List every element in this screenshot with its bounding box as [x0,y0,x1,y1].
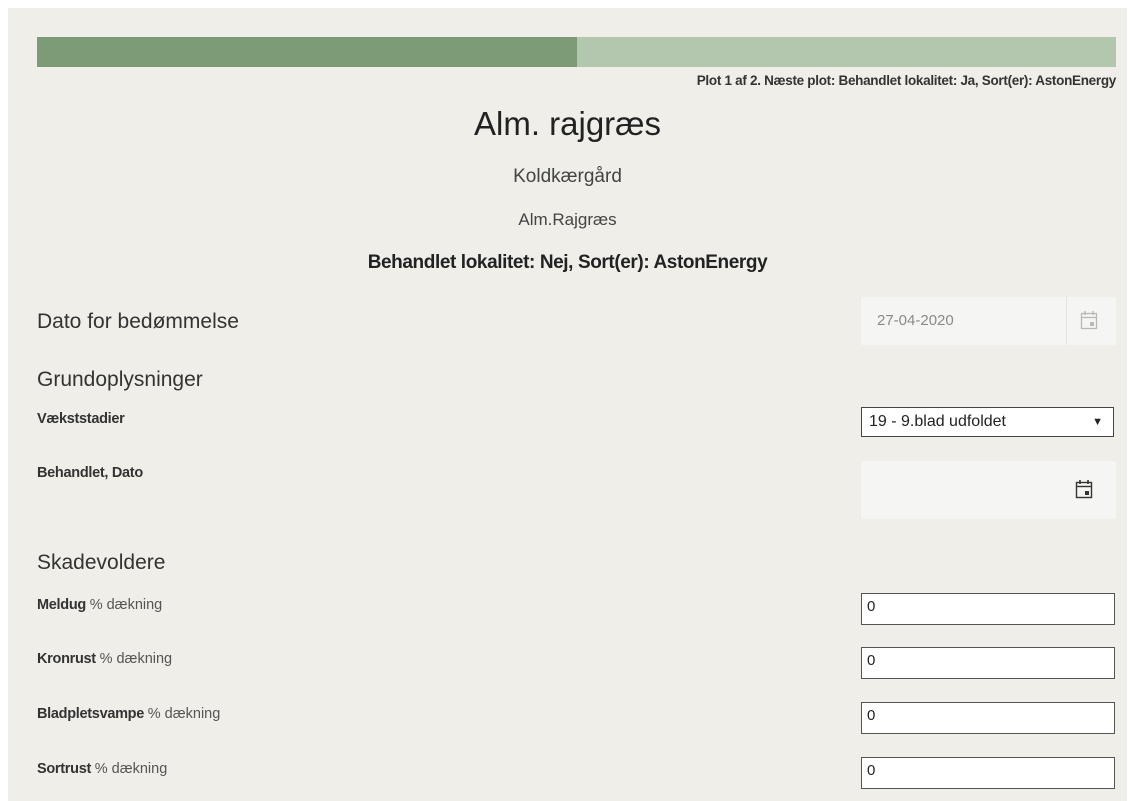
pest-name: Bladpletsvampe [37,706,145,722]
pest-name: Sortrust [37,761,91,777]
location-name: Koldkærgård [513,166,622,187]
dropdown-arrow-icon: ▼ [1092,416,1103,428]
progress-fill [37,37,577,67]
treated-date-field[interactable] [861,461,1116,519]
bladpletsvampe-input[interactable]: 0 [861,702,1115,734]
pest-unit: % dækning [99,651,173,667]
assessment-date-label: Dato for bedømmelse [37,310,239,333]
assessment-date-field: 27-04-2020 [861,297,1116,345]
plot-info: Plot 1 af 2. Næste plot: Behandlet lokal… [696,73,1117,88]
field-divider [1066,297,1067,345]
pest-unit: % dækning [89,597,163,613]
pest-label-kronrust: Kronrust % dækning [37,651,172,667]
meldug-input[interactable]: 0 [861,593,1115,625]
pest-label-bladpletsvampe: Bladpletsvampe % dækning [37,706,220,722]
pest-unit: % dækning [94,761,168,777]
treatment-info: Behandlet lokalitet: Nej, Sort(er): Asto… [367,252,768,273]
growth-stage-value: 19 - 9.blad udfoldet [869,413,1006,430]
treated-date-label: Behandlet, Dato [37,465,143,481]
pest-unit: % dækning [147,706,221,722]
calendar-icon[interactable] [1075,479,1093,499]
growth-stage-label: Vækststadier [37,411,125,427]
pest-name: Kronrust [37,651,96,667]
crop-name: Alm.Rajgræs [518,210,617,229]
basic-info-heading: Grundoplysninger [37,368,203,391]
calendar-icon [1080,311,1098,330]
kronrust-input[interactable]: 0 [861,647,1115,679]
pest-name: Meldug [37,597,86,613]
page-title: Alm. rajgræs [473,105,662,142]
sortrust-input[interactable]: 0 [861,757,1115,789]
growth-stage-select[interactable]: 19 - 9.blad udfoldet ▼ [861,407,1114,437]
pest-label-sortrust: Sortrust % dækning [37,761,167,777]
assessment-date-value: 27-04-2020 [877,312,954,329]
pest-label-meldug: Meldug % dækning [37,597,162,613]
plot-progress-bar [37,37,1116,67]
pests-heading: Skadevoldere [37,551,166,574]
